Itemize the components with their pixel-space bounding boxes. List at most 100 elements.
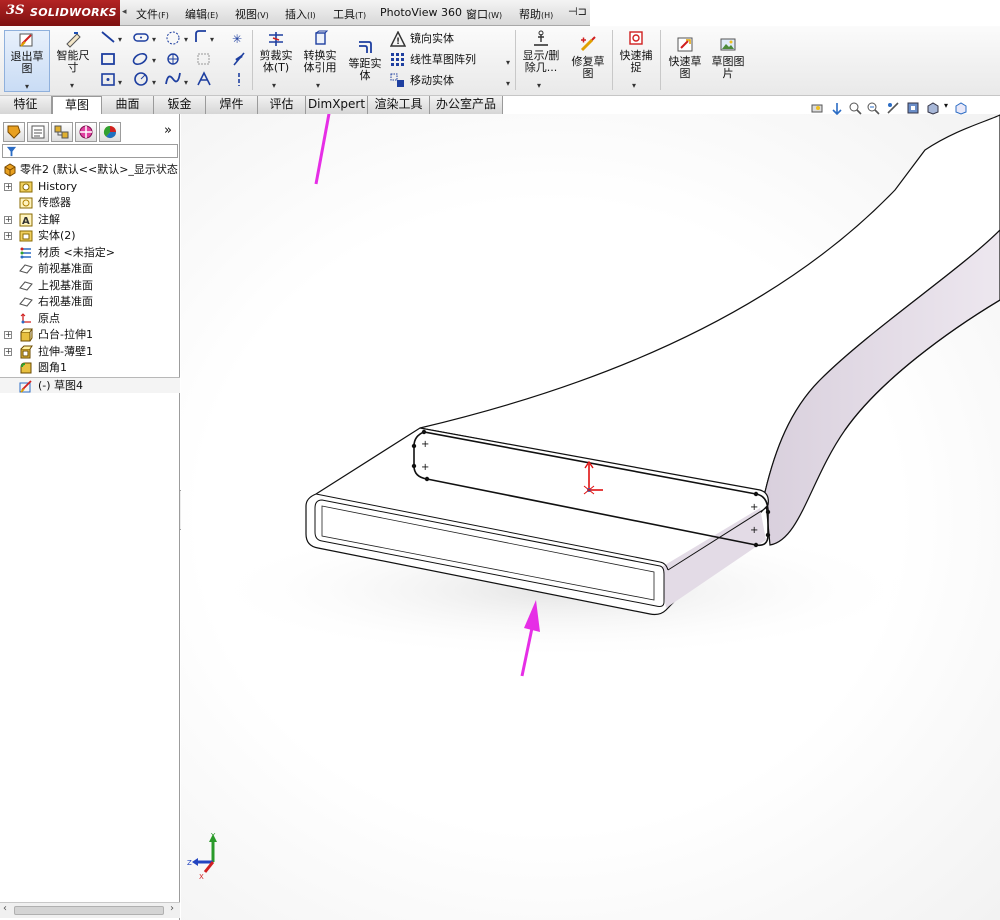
menu-expand-icon[interactable]: ◂ [122, 7, 127, 17]
tree-filter-field[interactable] [2, 144, 178, 158]
triad-y-label: Y [210, 832, 216, 840]
tree-item-material[interactable]: 材质 <未指定> [0, 245, 180, 261]
smart-dimension-button[interactable]: 智能尺 寸 ▾ [52, 30, 94, 90]
solidworks-logo[interactable]: 3S SOLIDWORKS [0, 0, 120, 26]
menu-window[interactable]: 窗口(W) [466, 6, 502, 22]
tab-sheet-metal[interactable]: 钣金 [154, 96, 206, 114]
tree-item-annotations[interactable]: + A 注解 [0, 212, 180, 228]
menu-photoview[interactable]: PhotoView 360 [380, 6, 462, 19]
model-viewport[interactable]: + + + + Y Z X [181, 114, 1000, 920]
triad-z-label: Z [187, 859, 192, 867]
pin-icon[interactable]: ⊣⊐ [568, 5, 587, 18]
tab-sketch[interactable]: 草图 [52, 96, 102, 115]
trim-entities-button[interactable]: 剪裁实 体(T) ▾ [256, 30, 296, 90]
zoom-to-fit-icon[interactable] [810, 101, 824, 115]
repair-sketch-icon [580, 36, 596, 52]
tree-item-origin[interactable]: 原点 [0, 311, 180, 327]
convert-entities-button[interactable]: 转换实 体引用 ▾ [300, 30, 340, 90]
text-tool-icon [197, 53, 210, 65]
expand-icon[interactable]: + [4, 183, 12, 191]
menu-edit[interactable]: 编辑(E) [185, 6, 218, 22]
display-delete-relations-button[interactable]: 显示/删 除几... ▾ [519, 30, 563, 90]
panel-more-icon[interactable]: » [164, 123, 172, 138]
svg-text:▾: ▾ [210, 35, 214, 44]
dimxpert-manager-tab-icon[interactable] [75, 122, 97, 142]
tab-surfaces[interactable]: 曲面 [102, 96, 154, 114]
tree-root-part[interactable]: 零件2 (默认<<默认>_显示状态 [0, 162, 180, 178]
mirror-entities-button[interactable]: ! 镜向实体 [390, 30, 454, 48]
exit-sketch-button[interactable]: 退出草 图 ▾ [4, 30, 50, 92]
feature-manager-tab-icon[interactable] [3, 122, 25, 142]
display-manager-tab-icon[interactable] [99, 122, 121, 142]
repair-sketch-button[interactable]: 修复草 图 [567, 36, 609, 80]
dropdown-arrow-icon[interactable]: ▾ [506, 79, 510, 88]
configuration-manager-tab-icon[interactable] [51, 122, 73, 142]
plane-icon [19, 297, 33, 307]
tab-evaluate[interactable]: 评估 [258, 96, 306, 114]
tab-features[interactable]: 特征 [0, 96, 52, 114]
tree-item-solid-bodies[interactable]: + 实体(2) [0, 228, 180, 244]
section-view-icon[interactable] [886, 101, 900, 115]
zoom-in-out-icon[interactable] [866, 101, 880, 115]
menu-file[interactable]: 文件(F) [136, 6, 169, 22]
tree-item-top-plane[interactable]: 上视基准面 [0, 278, 180, 294]
dropdown-arrow-icon: ▾ [316, 81, 321, 90]
tree-item-sketch4[interactable]: (-) 草图4 [0, 377, 180, 393]
heads-up-view-toolbar: ▾ [808, 101, 1000, 119]
menu-help[interactable]: 帮助(H) [519, 6, 553, 22]
rapid-sketch-button[interactable]: 快速草 图 [664, 36, 706, 80]
tree-item-fillet1[interactable]: 圆角1 [0, 360, 180, 376]
tree-item-history[interactable]: + History [0, 179, 180, 195]
expand-icon[interactable]: + [4, 232, 12, 240]
sketch-picture-button[interactable]: 草图图 片 [708, 36, 748, 80]
linear-pattern-button[interactable]: 线性草图阵列 [390, 51, 476, 69]
display-style-icon[interactable] [926, 101, 940, 115]
tree-item-extrude-thin1[interactable]: + 拉伸-薄壁1 [0, 344, 180, 360]
property-manager-tab-icon[interactable] [27, 122, 49, 142]
reference-triad-icon: Y Z X [187, 832, 217, 881]
tree-item-boss-extrude1[interactable]: + 凸台-拉伸1 [0, 327, 180, 343]
tab-office-products[interactable]: 办公室产品 [430, 96, 503, 114]
tree-item-sensors[interactable]: 传感器 [0, 195, 180, 211]
tab-dimxpert[interactable]: DimXpert [306, 96, 368, 114]
annotation-arrow-toolbar [314, 114, 331, 185]
sketch-picture-label: 草图图 片 [711, 55, 745, 80]
dropdown-arrow-icon: ▾ [537, 81, 542, 90]
offset-entities-icon [359, 41, 372, 53]
move-entities-button[interactable]: 移动实体 [390, 72, 454, 90]
svg-text:▾: ▾ [152, 35, 156, 44]
expand-icon[interactable]: + [4, 216, 12, 224]
graphics-area[interactable]: + + + + Y Z X [181, 114, 1000, 920]
dropdown-arrow-icon[interactable]: ▾ [506, 58, 510, 67]
fillet-tool-icon [195, 30, 206, 42]
tree-item-front-plane[interactable]: 前视基准面 [0, 261, 180, 277]
sketch-tools-grid[interactable]: ▾ ▾ ▾ ▾ ✳ ▾ ▾ ▾ ▾ [98, 28, 248, 92]
svg-text:▾: ▾ [152, 78, 156, 87]
dropdown-arrow-icon[interactable]: ▾ [944, 101, 948, 110]
previous-view-icon[interactable] [830, 101, 844, 115]
zoom-area-icon[interactable] [848, 101, 862, 115]
view-orientation-icon[interactable] [906, 101, 920, 115]
scroll-right-icon[interactable]: › [170, 903, 174, 914]
convert-entities-icon [315, 30, 329, 45]
tree-item-right-plane[interactable]: 右视基准面 [0, 294, 180, 310]
toolbar-separator [660, 30, 661, 90]
tab-render-tools[interactable]: 渲染工具 [368, 96, 430, 114]
expand-icon[interactable]: + [4, 348, 12, 356]
horizontal-scrollbar[interactable]: ‹ › [0, 902, 180, 918]
quick-snaps-button[interactable]: 快速捕 捉 ▾ [616, 30, 656, 90]
menu-view[interactable]: 视图(V) [235, 6, 269, 22]
dropdown-arrow-icon: ▾ [70, 81, 75, 90]
scrollbar-thumb[interactable] [14, 906, 164, 915]
expand-icon[interactable]: + [4, 331, 12, 339]
filter-icon [6, 146, 17, 157]
menu-tools[interactable]: 工具(T) [333, 6, 366, 22]
scroll-left-icon[interactable]: ‹ [3, 903, 7, 914]
offset-entities-button[interactable]: 等距实 体 [345, 38, 385, 82]
menu-insert[interactable]: 插入(I) [285, 6, 316, 22]
hide-show-items-icon[interactable] [954, 101, 968, 115]
move-entities-icon [390, 73, 404, 87]
tab-weldments[interactable]: 焊件 [206, 96, 258, 114]
solid-bodies-folder-icon [19, 230, 33, 242]
logo-ds-mark: 3S [6, 3, 25, 18]
